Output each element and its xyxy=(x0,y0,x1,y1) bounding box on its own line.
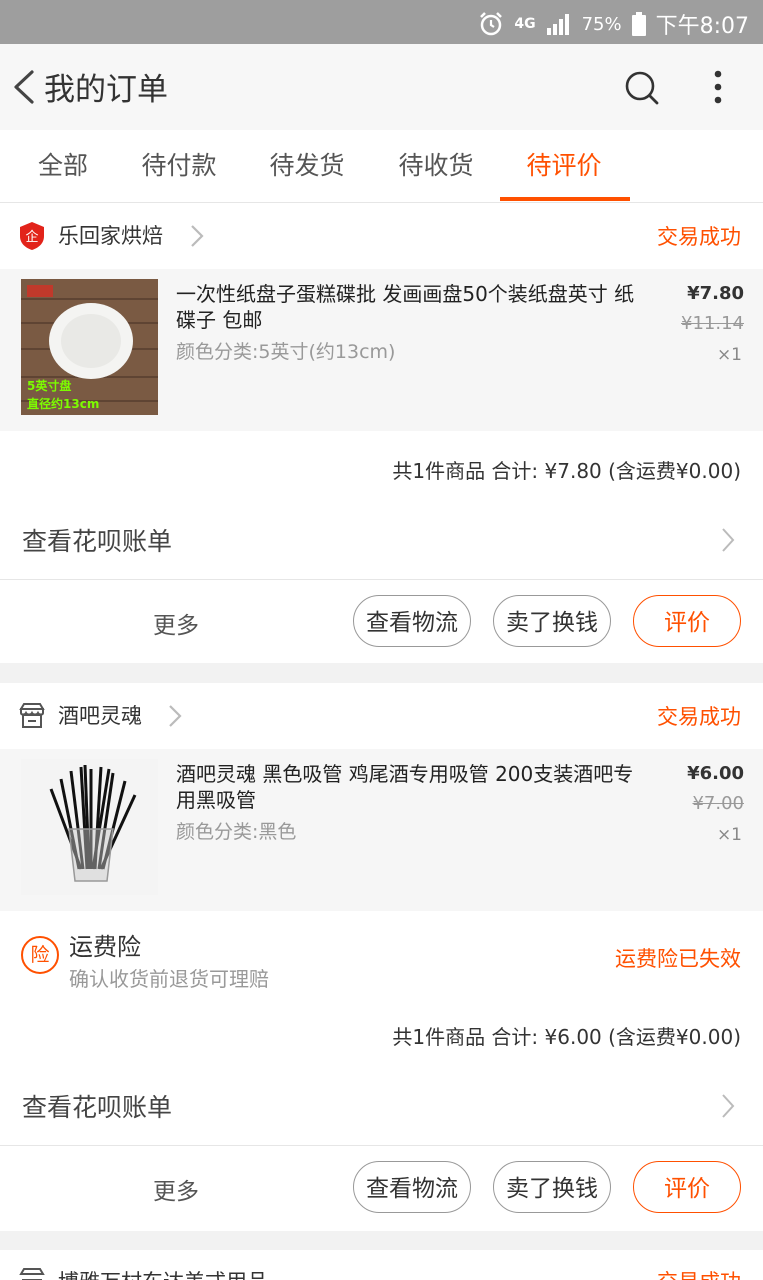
tab-pending-review[interactable]: 待评价 xyxy=(521,130,607,202)
page-title: 我的订单 xyxy=(44,72,168,108)
shop-name[interactable]: 乐回家烘焙 xyxy=(58,220,163,250)
more-button[interactable]: 更多 xyxy=(153,606,199,640)
thumbnail-caption-size: 5英寸盘 xyxy=(27,379,72,393)
more-vertical-icon[interactable] xyxy=(700,66,736,108)
insurance-status: 运费险已失效 xyxy=(615,947,741,971)
insurance-subtitle: 确认收货前退货可理赔 xyxy=(69,967,269,991)
order-card: 企 乐回家烘焙 交易成功 5英寸盘 直径约13cm 一次性纸盘子蛋糕碟批 发画画… xyxy=(0,203,763,663)
order-item[interactable]: 酒吧灵魂 黑色吸管 鸡尾酒专用吸管 200支装酒吧专用黑吸管 颜色分类:黑色 ¥… xyxy=(0,749,763,911)
product-quantity: ×1 xyxy=(716,825,742,845)
huabei-bill-label[interactable]: 查看花呗账单 xyxy=(22,522,172,558)
review-button[interactable]: 评价 xyxy=(633,1161,741,1213)
battery-icon xyxy=(631,12,646,36)
network-type: 4G xyxy=(514,16,536,32)
resell-button[interactable]: 卖了换钱 xyxy=(493,1161,611,1213)
order-card: 酒吧灵魂 交易成功 酒吧灵魂 黑色吸管 鸡尾酒专用吸管 200支装酒吧专用黑吸管… xyxy=(0,683,763,1231)
title-bar: 我的订单 xyxy=(0,44,763,130)
shop-header[interactable]: 酒吧灵魂 交易成功 xyxy=(0,683,763,749)
more-button[interactable]: 更多 xyxy=(153,1172,199,1206)
order-item[interactable]: 5英寸盘 直径约13cm 一次性纸盘子蛋糕碟批 发画画盘50个装纸盘英寸 纸碟子… xyxy=(0,269,763,431)
chevron-right-icon xyxy=(722,528,735,552)
product-title[interactable]: 酒吧灵魂 黑色吸管 鸡尾酒专用吸管 200支装酒吧专用黑吸管 xyxy=(176,761,636,813)
active-tab-indicator xyxy=(500,197,630,201)
huabei-bill-row[interactable]: 查看花呗账单 xyxy=(0,1067,763,1146)
product-thumbnail[interactable]: 5英寸盘 直径约13cm xyxy=(21,279,158,415)
product-thumbnail[interactable] xyxy=(21,759,158,895)
enterprise-shop-icon: 企 xyxy=(20,222,44,250)
product-quantity: ×1 xyxy=(716,345,742,365)
insurance-title: 运费险 xyxy=(69,933,141,961)
black-straws-image xyxy=(21,759,158,895)
product-original-price: ¥7.00 xyxy=(692,793,744,814)
shop-icon xyxy=(19,703,45,728)
shop-name[interactable]: 酒吧灵魂 xyxy=(58,700,142,730)
chevron-right-icon xyxy=(191,225,204,247)
shop-header[interactable]: 企 乐回家烘焙 交易成功 xyxy=(0,203,763,269)
alarm-icon xyxy=(480,12,503,36)
tab-all[interactable]: 全部 xyxy=(22,130,104,202)
huabei-bill-label[interactable]: 查看花呗账单 xyxy=(22,1088,172,1124)
insurance-icon: 险 xyxy=(21,936,59,974)
order-status: 交易成功 xyxy=(657,1266,741,1280)
order-card: 博雅万村东达美式用品 交易成功 xyxy=(0,1250,763,1280)
shop-icon xyxy=(19,1268,45,1280)
tab-pending-shipment[interactable]: 待发货 xyxy=(264,130,350,202)
order-total: 共1件商品 合计: ¥7.80 (含运费¥0.00) xyxy=(392,459,741,483)
huabei-bill-row[interactable]: 查看花呗账单 xyxy=(0,501,763,580)
product-title[interactable]: 一次性纸盘子蛋糕碟批 发画画盘50个装纸盘英寸 纸碟子 包邮 xyxy=(176,281,636,333)
battery-percent: 75% xyxy=(581,13,622,35)
status-bar-indicators: 4G 75% 下午8:07 xyxy=(478,8,749,40)
order-tabs: 全部 待付款 待发货 待收货 待评价 xyxy=(0,130,763,203)
chevron-right-icon xyxy=(722,1094,735,1118)
product-sku: 颜色分类:5英寸(约13cm) xyxy=(176,341,396,363)
order-actions: 更多 查看物流 卖了换钱 评价 xyxy=(0,1147,763,1229)
product-price: ¥7.80 xyxy=(687,283,744,304)
product-price: ¥6.00 xyxy=(687,763,744,784)
signal-icon xyxy=(546,14,569,35)
shipping-insurance-row[interactable]: 险 运费险 确认收货前退货可理赔 运费险已失效 xyxy=(0,913,763,1003)
status-bar: 4G 75% 下午8:07 xyxy=(0,0,763,44)
shop-name[interactable]: 博雅万村东达美式用品 xyxy=(58,1266,268,1280)
review-button[interactable]: 评价 xyxy=(633,595,741,647)
view-logistics-button[interactable]: 查看物流 xyxy=(353,1161,471,1213)
product-original-price: ¥11.14 xyxy=(681,313,744,334)
search-icon[interactable] xyxy=(622,68,662,108)
back-arrow-icon[interactable] xyxy=(6,66,46,108)
order-status: 交易成功 xyxy=(657,225,741,249)
clock: 下午8:07 xyxy=(655,14,749,39)
shop-header[interactable]: 博雅万村东达美式用品 交易成功 xyxy=(0,1250,763,1280)
product-sku: 颜色分类:黑色 xyxy=(176,821,297,843)
chevron-right-icon xyxy=(169,705,182,727)
tab-pending-payment[interactable]: 待付款 xyxy=(136,130,222,202)
tab-pending-receipt[interactable]: 待收货 xyxy=(393,130,479,202)
order-total: 共1件商品 合计: ¥6.00 (含运费¥0.00) xyxy=(392,1025,741,1049)
order-status: 交易成功 xyxy=(657,705,741,729)
order-actions: 更多 查看物流 卖了换钱 评价 xyxy=(0,581,763,663)
resell-button[interactable]: 卖了换钱 xyxy=(493,595,611,647)
svg-text:企: 企 xyxy=(25,229,38,245)
view-logistics-button[interactable]: 查看物流 xyxy=(353,595,471,647)
thumbnail-caption-diameter: 直径约13cm xyxy=(27,397,100,411)
